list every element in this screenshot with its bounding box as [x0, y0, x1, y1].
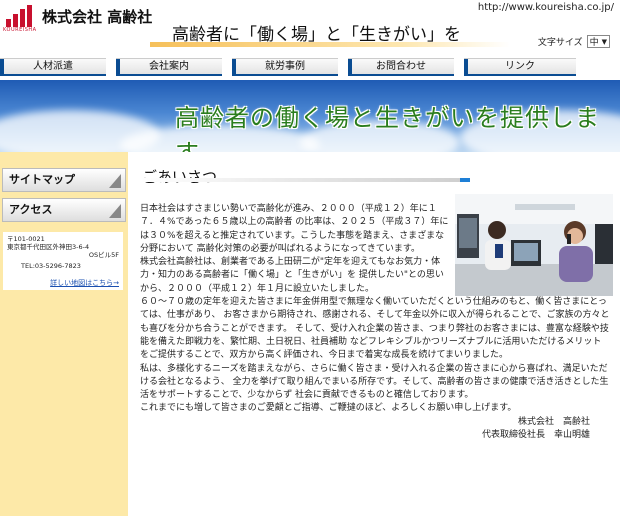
- sidebar-item-access[interactable]: アクセス: [2, 198, 126, 222]
- paragraph: 私は、多様化するニーズを踏まえながら、さらに働く皆さま・受け入れる企業の皆さまに…: [140, 363, 609, 401]
- address-line: 東京都千代田区外神田3-6-4: [7, 243, 90, 251]
- paragraph: ６０～７０歳の定年を迎えた皆さまに年金併用型で無理なく働いていただくという仕組み…: [140, 297, 610, 361]
- nav-item-contact[interactable]: お問合わせ: [348, 58, 454, 76]
- global-nav: 人材派遣 会社案内 就労事例 お問合わせ リンク: [0, 58, 620, 76]
- chevron-down-icon: ▼: [601, 37, 607, 46]
- site-url: http://www.koureisha.co.jp/: [477, 2, 614, 13]
- corner-arrow-icon: [109, 204, 121, 218]
- font-size-label: 文字サイズ: [537, 38, 583, 48]
- signature-person: 代表取締役社長 幸山明雄: [481, 430, 590, 441]
- heading-accent: [460, 178, 470, 182]
- paragraph: これまでにも増して皆さまのご愛顧とご指導、ご鞭撻のほど、よろしくお願い申し上げま…: [140, 403, 517, 414]
- paragraph: 日本社会はすさまじい勢いで高齢化が進み、２０００（平成１２）年に１７．４%であっ…: [140, 204, 449, 254]
- font-size-control: 文字サイズ 中 ▼: [538, 35, 610, 48]
- corner-arrow-icon: [109, 174, 121, 188]
- access-info: 〒101-0021 東京都千代田区外神田3-6-4 OSビル5F TEL:03-…: [3, 232, 123, 290]
- signature-company: 株式会社 高齢社: [517, 416, 590, 427]
- phone-number: TEL:03-5296-7823: [21, 262, 81, 270]
- company-logo[interactable]: [6, 5, 36, 27]
- company-name: 株式会社 高齢社: [42, 8, 153, 26]
- greeting-body: 日本社会はすさまじい勢いで高齢化が進み、２０００（平成１２）年に１７．４%であっ…: [140, 203, 610, 442]
- nav-item-cases[interactable]: 就労事例: [232, 58, 338, 76]
- nav-item-staffing[interactable]: 人材派遣: [0, 58, 106, 76]
- sidebar-item-label: アクセス: [9, 203, 53, 216]
- sidebar-item-sitemap[interactable]: サイトマップ: [2, 168, 126, 192]
- site-header: KOUREISHA 株式会社 高齢社 http://www.koureisha.…: [0, 0, 620, 52]
- font-size-value: 中: [589, 38, 599, 48]
- tagline-underline: [150, 42, 510, 47]
- detailed-map-link[interactable]: 詳しい地図はこちら→: [50, 279, 119, 287]
- page-title: ごあいさつ: [142, 168, 218, 186]
- nav-item-links[interactable]: リンク: [464, 58, 576, 76]
- sidebar: サイトマップ アクセス 〒101-0021 東京都千代田区外神田3-6-4 OS…: [0, 152, 128, 516]
- banner-headline: 高齢者の働く場と生きがいを提供します。: [175, 104, 600, 152]
- address-building: OSビル5F: [88, 251, 119, 259]
- paragraph: 株式会社高齢社は、創業者である上田研二が"定年を迎えてもなお気力・体力・知力のあ…: [140, 257, 444, 294]
- sidebar-item-label: サイトマップ: [9, 173, 75, 186]
- hero-banner: 高齢者の働く場と生きがいを提供します。: [0, 80, 620, 152]
- logo-caption: KOUREISHA: [3, 27, 37, 33]
- nav-item-company[interactable]: 会社案内: [116, 58, 222, 76]
- font-size-select[interactable]: 中 ▼: [586, 35, 610, 48]
- heading-underline: [140, 178, 460, 182]
- address-postal: 〒101-0021: [7, 235, 45, 243]
